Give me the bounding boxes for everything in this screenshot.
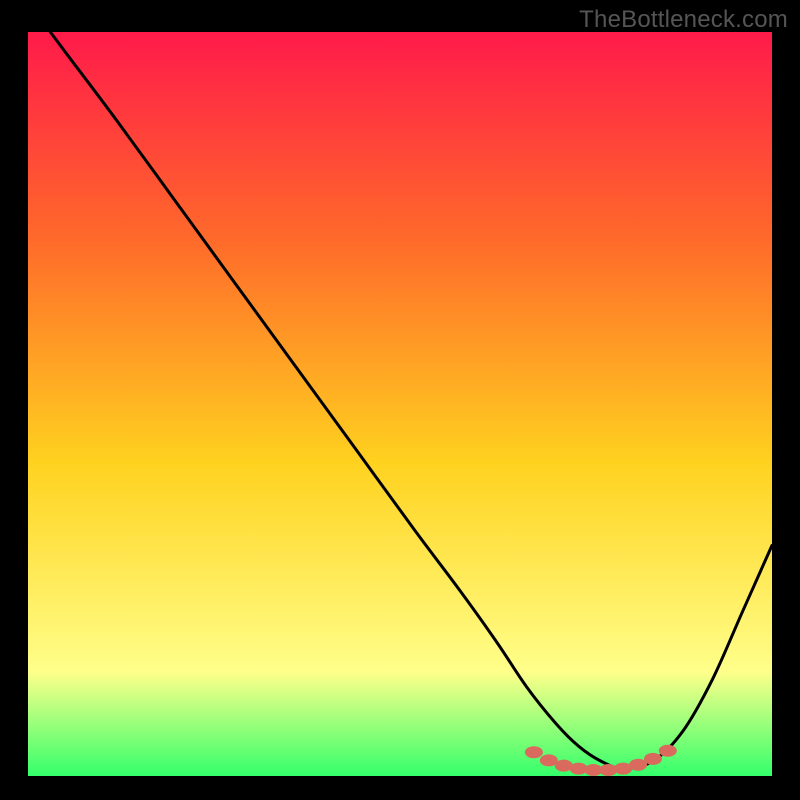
heat-gradient-background: [28, 32, 772, 776]
watermark: TheBottleneck.com: [579, 6, 788, 34]
marker-dot: [525, 746, 543, 758]
marker-dot: [659, 745, 677, 757]
bottleneck-chart: [28, 32, 772, 776]
chart-svg: [28, 32, 772, 776]
marker-dot: [644, 753, 662, 765]
